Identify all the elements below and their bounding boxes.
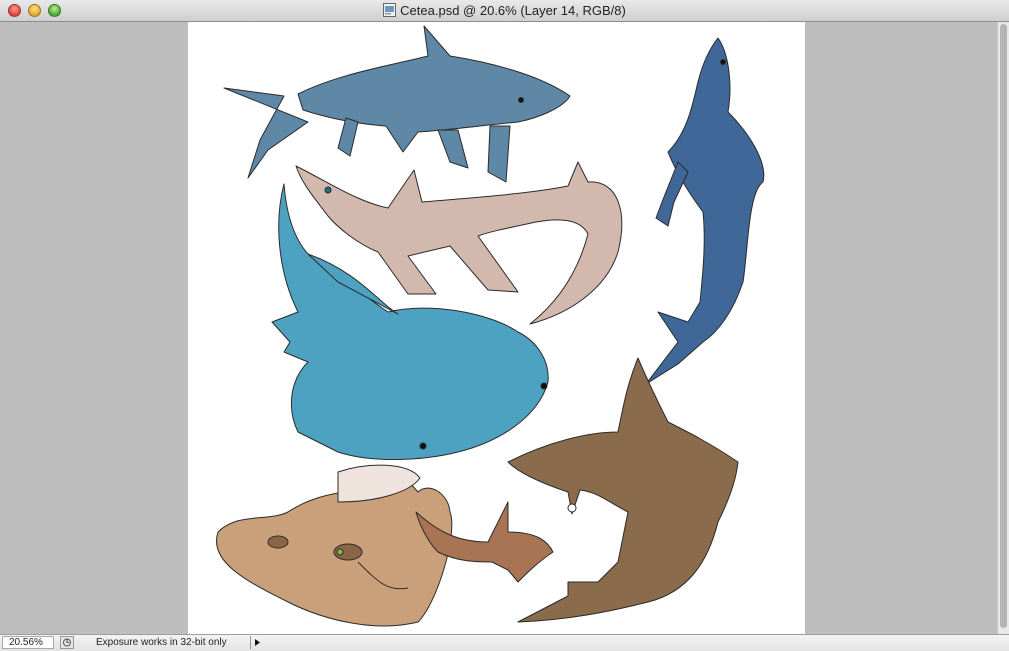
title-bar: Cetea.psd @ 20.6% (Layer 14, RGB/8) (0, 0, 1009, 22)
grey-blue-shark-figure (223, 25, 571, 183)
wobbegong-figure (216, 464, 453, 627)
status-bar: 20.56% Exposure works in 32-bit only (0, 634, 1009, 651)
psd-document-icon (383, 3, 397, 17)
artwork (216, 25, 765, 627)
vertical-scrollbar[interactable] (997, 22, 1009, 634)
window-title: Cetea.psd @ 20.6% (Layer 14, RGB/8) (400, 3, 626, 18)
hammerhead-figure (507, 357, 739, 623)
scrollbar-thumb[interactable] (1000, 24, 1007, 628)
document-canvas[interactable] (188, 22, 805, 634)
zoom-level-field[interactable]: 20.56% (2, 636, 54, 649)
workspace (0, 22, 997, 634)
status-info-text: Exposure works in 32-bit only (96, 637, 227, 648)
window-title-container: Cetea.psd @ 20.6% (Layer 14, RGB/8) (0, 3, 1009, 18)
status-info-icon[interactable] (60, 636, 74, 649)
dark-blue-shark-figure (645, 37, 765, 385)
status-menu-arrow-icon[interactable] (250, 636, 263, 649)
